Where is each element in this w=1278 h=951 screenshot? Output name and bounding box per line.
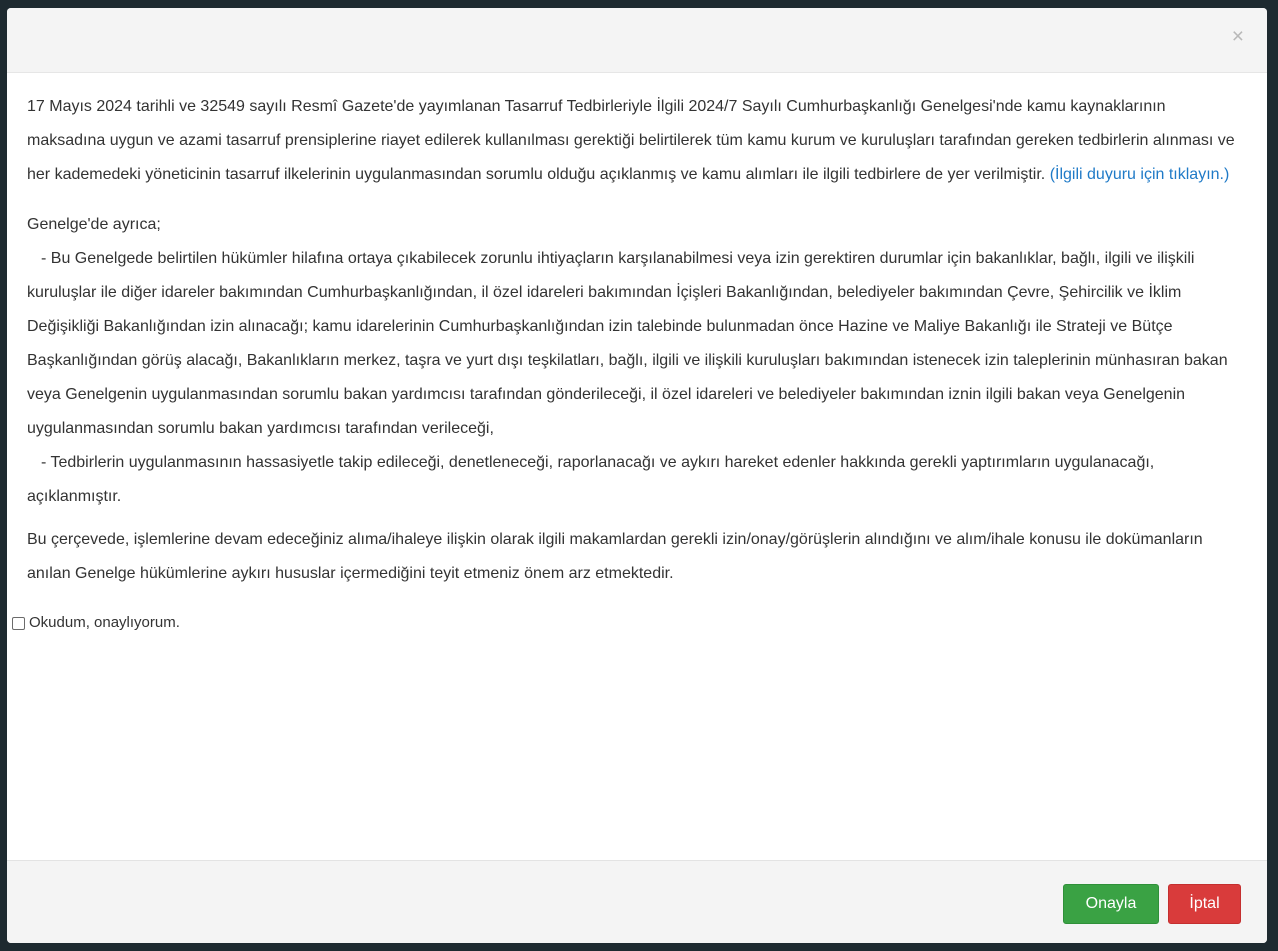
agree-checkbox-row[interactable]: Okudum, onaylıyorum. (12, 613, 1248, 633)
cancel-button[interactable]: İptal (1168, 884, 1241, 924)
close-icon[interactable]: × (1232, 26, 1244, 47)
genelge-item-1-text: - Bu Genelgede belirtilen hükümler hilaf… (27, 250, 1228, 437)
intro-paragraph: 17 Mayıs 2024 tarihli ve 32549 sayılı Re… (27, 90, 1248, 192)
confirmation-modal: × 17 Mayıs 2024 tarihli ve 32549 sayılı … (7, 8, 1267, 943)
modal-header: × (7, 8, 1267, 73)
modal-body: 17 Mayıs 2024 tarihli ve 32549 sayılı Re… (7, 73, 1267, 860)
confirm-button[interactable]: Onayla (1063, 884, 1159, 924)
agree-checkbox[interactable] (12, 616, 25, 630)
genelge-item-1: - Bu Genelgede belirtilen hükümler hilaf… (27, 242, 1248, 446)
genelge-item-2: - Tedbirlerin uygulanmasının hassasiyetl… (27, 446, 1248, 514)
modal-footer: Onayla İptal (7, 860, 1267, 943)
genelge-item-2-text: - Tedbirlerin uygulanmasının hassasiyetl… (27, 454, 1155, 505)
genelge-intro: Genelge'de ayrıca; (27, 216, 161, 233)
confirmation-paragraph: Bu çerçevede, işlemlerine devam edeceğin… (27, 531, 1203, 582)
agree-checkbox-label[interactable]: Okudum, onaylıyorum. (29, 613, 180, 633)
announcement-link[interactable]: (İlgili duyuru için tıklayın.) (1050, 166, 1230, 183)
